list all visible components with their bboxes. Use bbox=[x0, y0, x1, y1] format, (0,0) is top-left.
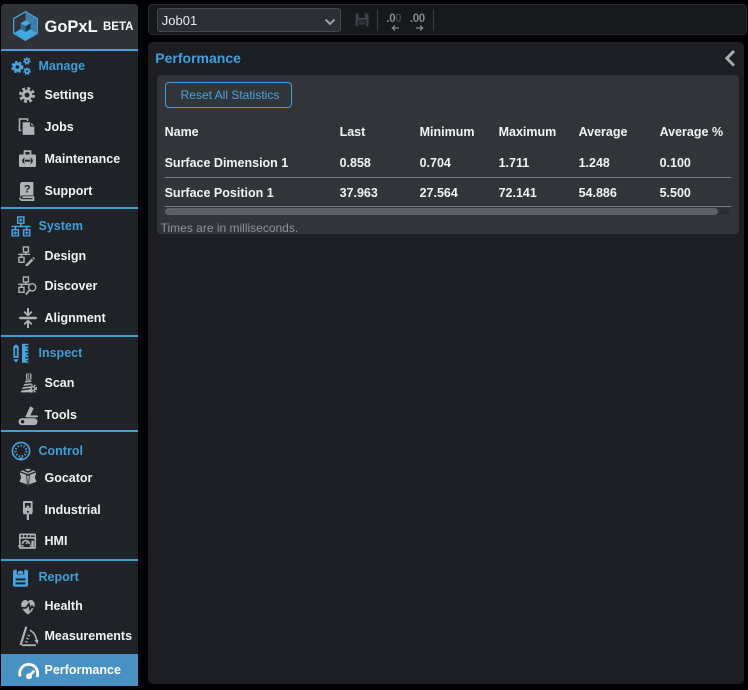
svg-text:?: ? bbox=[24, 183, 31, 195]
